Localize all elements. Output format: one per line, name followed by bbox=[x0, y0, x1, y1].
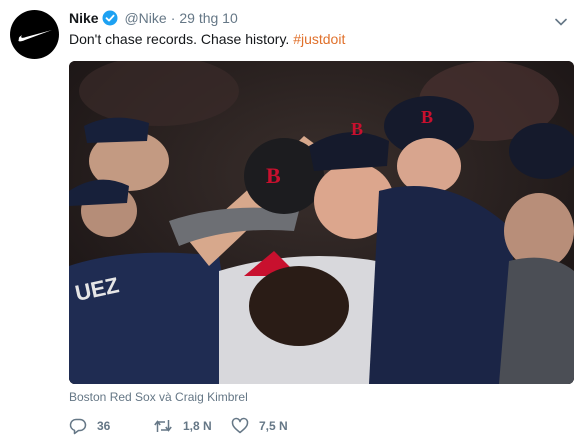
svg-text:B: B bbox=[421, 107, 433, 127]
verified-badge-icon bbox=[102, 10, 118, 31]
retweet-button[interactable]: 1,8 N bbox=[153, 417, 231, 435]
author-handle[interactable]: @Nike bbox=[124, 10, 166, 26]
tweet-timestamp[interactable]: 29 thg 10 bbox=[179, 10, 237, 26]
photo-caption[interactable]: Boston Red Sox và Craig Kimbrel bbox=[69, 390, 248, 404]
like-count: 7,5 N bbox=[259, 419, 288, 433]
avatar[interactable] bbox=[10, 10, 59, 59]
tweet-text: Don't chase records. Chase history. #jus… bbox=[69, 29, 345, 49]
tweet-actions: 36 1,8 N 7,5 N bbox=[69, 417, 288, 435]
nike-swoosh-icon bbox=[17, 29, 52, 41]
tweet: Nike @Nike · 29 thg 10 Don't chase records… bbox=[0, 0, 580, 445]
author-name[interactable]: Nike bbox=[69, 10, 99, 26]
like-button[interactable]: 7,5 N bbox=[231, 417, 288, 435]
reply-icon bbox=[69, 418, 87, 435]
heart-icon bbox=[231, 417, 249, 434]
tweet-text-main: Don't chase records. Chase history. bbox=[69, 31, 294, 47]
hashtag-link[interactable]: #justdoit bbox=[293, 31, 345, 47]
retweet-icon bbox=[154, 420, 172, 432]
separator-dot: · bbox=[170, 10, 176, 26]
chevron-down-icon[interactable] bbox=[555, 13, 567, 31]
tweet-header: Nike @Nike · 29 thg 10 bbox=[69, 8, 238, 31]
retweet-count: 1,8 N bbox=[183, 419, 212, 433]
svg-text:B: B bbox=[351, 119, 363, 139]
reply-count: 36 bbox=[97, 419, 111, 433]
svg-text:B: B bbox=[266, 163, 281, 188]
reply-button[interactable]: 36 bbox=[69, 417, 153, 435]
tweet-photo[interactable]: UEZ B B B bbox=[69, 61, 574, 384]
